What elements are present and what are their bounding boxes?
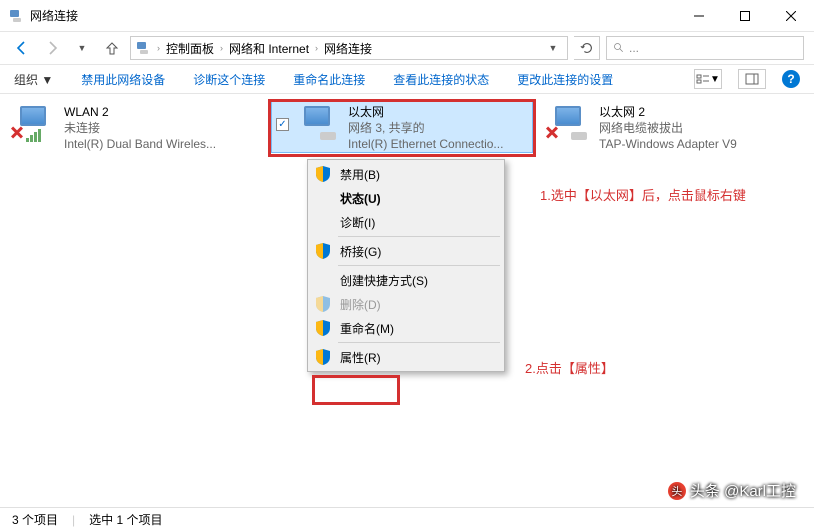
- status-bar: 3 个项目 | 选中 1 个项目: [0, 507, 814, 531]
- back-button[interactable]: [10, 36, 34, 60]
- search-icon: [613, 42, 625, 54]
- menu-properties[interactable]: 属性(R): [310, 345, 502, 369]
- caption-controls: [676, 1, 814, 31]
- menu-state[interactable]: 状态(U): [310, 186, 502, 210]
- minimize-button[interactable]: [676, 1, 722, 31]
- breadcrumb-sep: ›: [315, 43, 318, 53]
- connection-name: WLAN 2: [64, 104, 216, 120]
- shield-icon: [316, 243, 330, 259]
- forward-button[interactable]: [40, 36, 64, 60]
- breadcrumb-sep: ›: [220, 43, 223, 53]
- plug-icon: [320, 132, 336, 140]
- menu-shortcut[interactable]: 创建快捷方式(S): [310, 268, 502, 292]
- connection-status: 未连接: [64, 120, 216, 136]
- shield-icon: [316, 320, 330, 336]
- menu-separator: [338, 236, 500, 237]
- organize-button[interactable]: 组织 ▼: [14, 71, 53, 88]
- connection-device: Intel(R) Dual Band Wireles...: [64, 136, 216, 152]
- connection-ethernet[interactable]: 以太网 网络 3, 共享的 Intel(R) Ethernet Connecti…: [294, 104, 554, 153]
- content-area: WLAN 2 未连接 Intel(R) Dual Band Wireles...…: [0, 94, 814, 494]
- help-button[interactable]: ?: [782, 70, 800, 88]
- menu-separator: [338, 342, 500, 343]
- menu-delete: 删除(D): [310, 292, 502, 316]
- disabled-x-icon: [545, 126, 559, 140]
- annotation-step2: 2.点击【属性】: [525, 358, 614, 377]
- connection-wlan2[interactable]: WLAN 2 未连接 Intel(R) Dual Band Wireles...: [10, 104, 262, 153]
- up-button[interactable]: [100, 36, 124, 60]
- connection-device: Intel(R) Ethernet Connectio...: [348, 136, 503, 152]
- selection-checkbox[interactable]: ✓: [276, 118, 289, 131]
- recent-dropdown[interactable]: ▼: [70, 36, 94, 60]
- view-icons-button[interactable]: ▼: [694, 69, 722, 89]
- search-box[interactable]: ...: [606, 36, 804, 60]
- window-title: 网络连接: [30, 7, 676, 24]
- context-menu: 禁用(B) 状态(U) 诊断(I) 桥接(G) 创建快捷方式(S) 删除(D) …: [307, 159, 505, 372]
- disabled-x-icon: [10, 126, 24, 140]
- annotation-step1: 1.选中【以太网】后，点击鼠标右键: [540, 185, 746, 204]
- breadcrumb-level2[interactable]: 网络和 Internet: [229, 40, 309, 57]
- status-separator: |: [72, 513, 75, 527]
- menu-rename[interactable]: 重命名(M): [310, 316, 502, 340]
- search-placeholder: ...: [629, 41, 639, 55]
- maximize-button[interactable]: [722, 1, 768, 31]
- menu-diagnose[interactable]: 诊断(I): [310, 210, 502, 234]
- connection-name: 以太网 2: [599, 104, 737, 120]
- shield-icon: [316, 166, 330, 182]
- status-button[interactable]: 查看此连接的状态: [393, 71, 489, 88]
- connection-name: 以太网: [348, 104, 503, 120]
- diagnose-button[interactable]: 诊断这个连接: [193, 71, 265, 88]
- plug-icon: [571, 132, 587, 140]
- rename-button[interactable]: 重命名此连接: [293, 71, 365, 88]
- address-bar[interactable]: › 控制面板 › 网络和 Internet › 网络连接 ▼: [130, 36, 568, 60]
- connection-device: TAP-Windows Adapter V9: [599, 136, 737, 152]
- disable-device-button[interactable]: 禁用此网络设备: [81, 71, 165, 88]
- settings-button[interactable]: 更改此连接的设置: [517, 71, 613, 88]
- address-dropdown[interactable]: ▼: [543, 43, 563, 53]
- network-icon: [135, 40, 151, 56]
- breadcrumb-level3[interactable]: 网络连接: [324, 40, 372, 57]
- watermark: 头 头条 @Karl工控: [668, 480, 796, 501]
- network-icon: [8, 8, 24, 24]
- menu-disable[interactable]: 禁用(B): [310, 162, 502, 186]
- shield-icon: [316, 349, 330, 365]
- titlebar: 网络连接: [0, 0, 814, 32]
- breadcrumb-level1[interactable]: 控制面板: [166, 40, 214, 57]
- status-count: 3 个项目: [12, 511, 58, 528]
- shield-icon: [316, 296, 330, 312]
- connection-ethernet2[interactable]: 以太网 2 网络电缆被拔出 TAP-Windows Adapter V9: [545, 104, 797, 153]
- menu-separator: [338, 265, 500, 266]
- ethernet-icon: [545, 104, 593, 144]
- refresh-button[interactable]: [574, 36, 600, 60]
- preview-pane-button[interactable]: [738, 69, 766, 89]
- annotation-box-2: [312, 375, 400, 405]
- connection-status: 网络电缆被拔出: [599, 120, 737, 136]
- toolbar: 组织 ▼ 禁用此网络设备 诊断这个连接 重命名此连接 查看此连接的状态 更改此连…: [0, 64, 814, 94]
- breadcrumb-sep: ›: [157, 43, 160, 53]
- watermark-icon: 头: [668, 482, 686, 500]
- menu-bridge[interactable]: 桥接(G): [310, 239, 502, 263]
- wlan-icon: [10, 104, 58, 144]
- close-button[interactable]: [768, 1, 814, 31]
- connection-status: 网络 3, 共享的: [348, 120, 503, 136]
- ethernet-icon: [294, 104, 342, 144]
- wifi-bars-icon: [26, 129, 41, 142]
- status-selected: 选中 1 个项目: [89, 511, 162, 528]
- address-row: ▼ › 控制面板 › 网络和 Internet › 网络连接 ▼ ...: [0, 32, 814, 64]
